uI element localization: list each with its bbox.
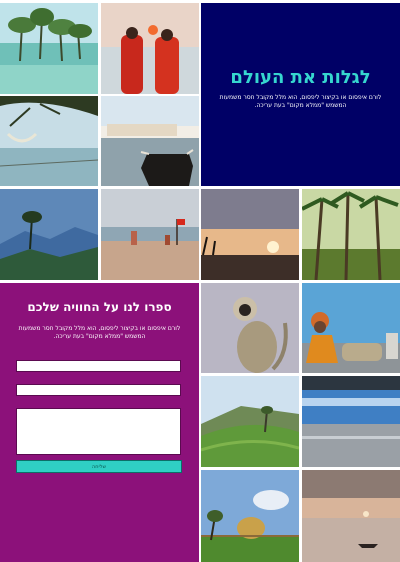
- beach-flag-photo: [101, 189, 199, 280]
- name-input[interactable]: [16, 360, 181, 372]
- sadhu-photo: [302, 283, 400, 373]
- hammock-lake-photo: [0, 96, 98, 186]
- hero-text: לורם איפסום או בקיצור ליפסום, הוא מלל מק…: [219, 94, 382, 109]
- golden-dome-photo: [201, 470, 299, 562]
- boat-sunset-photo: [302, 470, 400, 562]
- submit-button[interactable]: שליחה: [16, 460, 182, 473]
- sunset-horizon-photo: [201, 189, 299, 280]
- train-photo: [302, 376, 400, 467]
- message-textarea[interactable]: [16, 408, 181, 455]
- monks-sunset-photo: [101, 3, 199, 94]
- email-input[interactable]: [16, 384, 181, 396]
- tea-hills-photo: [201, 376, 299, 467]
- hero-panel: לגלות את העולם לורם איפסום או בקיצור ליפ…: [201, 3, 400, 186]
- cow-waterfront-photo: [101, 96, 199, 186]
- mangrove-beach-photo: [0, 3, 98, 94]
- monkey-photo: [201, 283, 299, 373]
- form-text: לורם איפסום או בקיצור ליפסום, הוא מלל מק…: [18, 325, 181, 340]
- palm-forest-photo: [302, 189, 400, 280]
- hero-title: לגלות את העולם: [230, 67, 371, 88]
- form-title: ספרו לנו על החוויה שלכם: [27, 300, 172, 314]
- misty-mountains-photo: [0, 189, 98, 280]
